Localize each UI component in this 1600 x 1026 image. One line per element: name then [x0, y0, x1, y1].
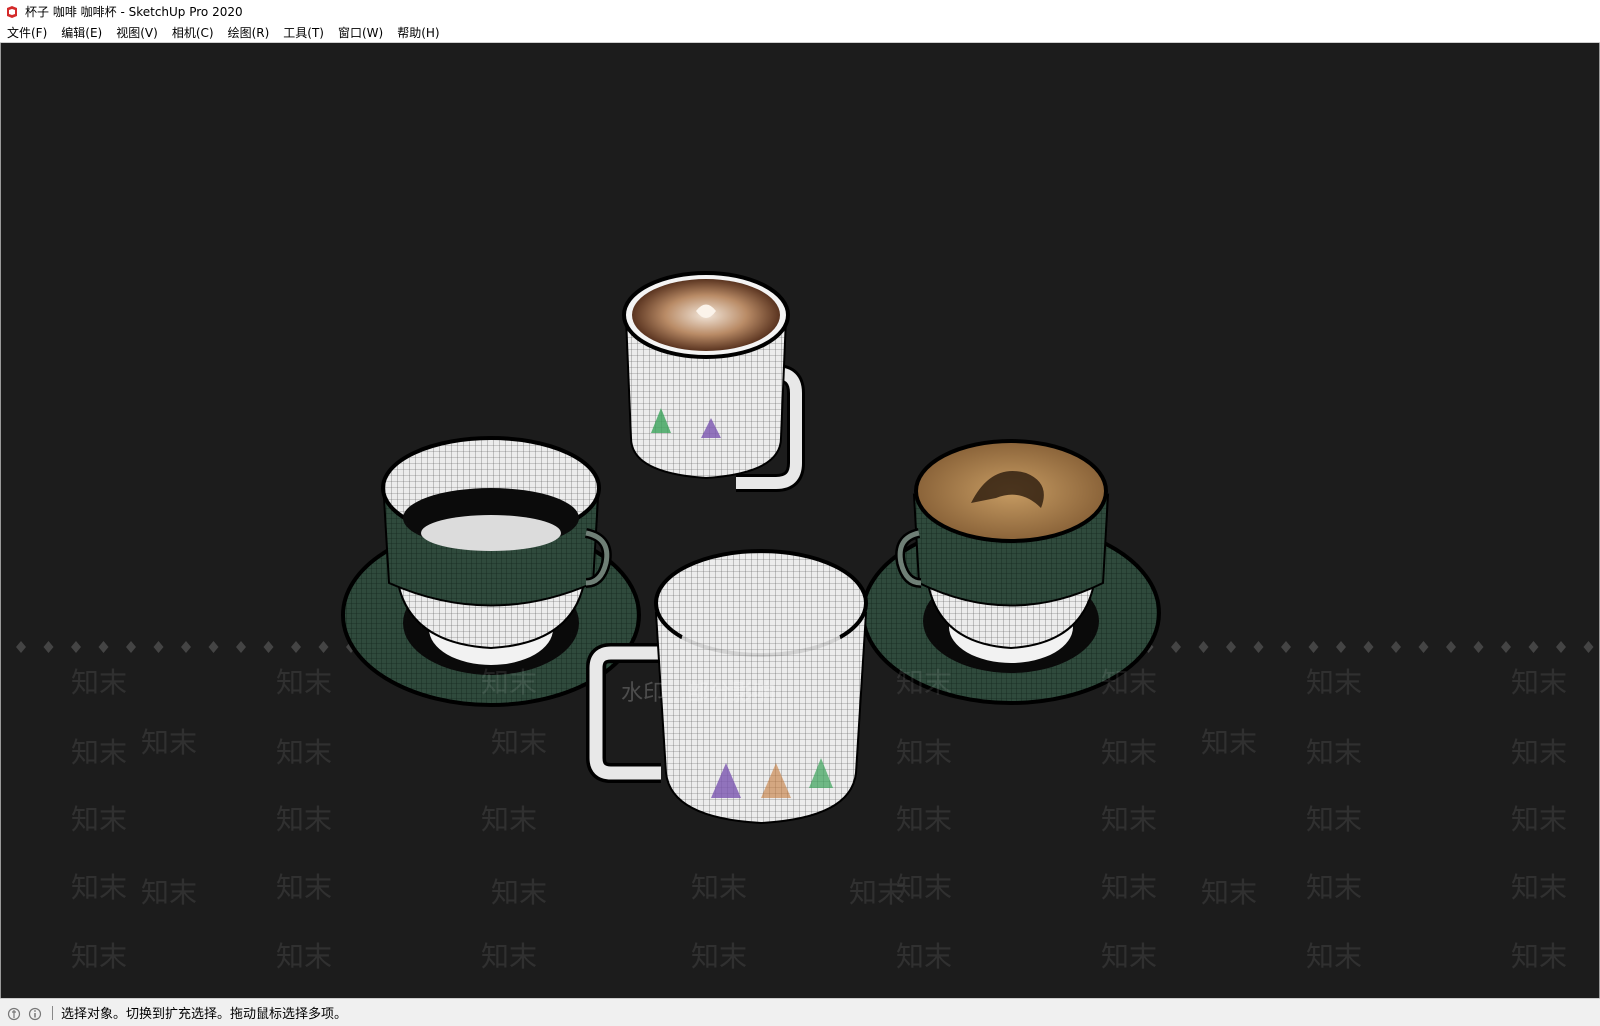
watermark-diamond	[291, 641, 301, 653]
watermark-diamond	[1391, 641, 1401, 653]
menu-window[interactable]: 窗口(W)	[331, 24, 390, 41]
watermark-diamond	[318, 641, 329, 653]
title-bar: 杯子 咖啡 咖啡杯 - SketchUp Pro 2020	[0, 0, 1600, 22]
watermark-diamond	[208, 641, 219, 653]
watermark-diamond	[1473, 641, 1484, 653]
mug-top-latte	[622, 271, 805, 492]
watermark-diamond	[1171, 641, 1181, 653]
watermark-diamond	[1281, 641, 1291, 653]
geo-location-icon[interactable]	[7, 1006, 21, 1020]
menu-help[interactable]: 帮助(H)	[390, 24, 446, 41]
model-viewport[interactable]: 水印…部分影响 知末 知末 知末 知末 知末 知末 知末 知末 知末 知末 知末…	[0, 43, 1600, 998]
watermark-diamond	[1253, 641, 1264, 653]
info-icon[interactable]	[28, 1006, 42, 1020]
menu-file[interactable]: 文件(F)	[0, 24, 54, 41]
watermark-diamond	[1308, 641, 1319, 653]
watermark-diamond	[1583, 641, 1594, 653]
menu-edit[interactable]: 编辑(E)	[54, 24, 109, 41]
menu-camera[interactable]: 相机(C)	[165, 24, 221, 41]
watermark-diamond	[71, 641, 81, 653]
menu-bar: 文件(F) 编辑(E) 视图(V) 相机(C) 绘图(R) 工具(T) 窗口(W…	[0, 22, 1600, 43]
watermark-diamond	[263, 641, 274, 653]
watermark-diamond	[1418, 641, 1429, 653]
watermark-diamond	[1556, 641, 1566, 653]
menu-tools[interactable]: 工具(T)	[276, 24, 331, 41]
watermark-diamond	[1528, 641, 1539, 653]
menu-draw[interactable]: 绘图(R)	[221, 24, 277, 41]
watermark-diamond	[1198, 641, 1209, 653]
mug-bottom-empty	[586, 549, 868, 825]
watermark-diamond	[1446, 641, 1456, 653]
watermark-diamond	[1336, 641, 1346, 653]
watermark-diamond	[153, 641, 164, 653]
watermark-diamond	[43, 641, 54, 653]
watermark-diamond	[1226, 641, 1236, 653]
watermark-diamond	[181, 641, 191, 653]
status-message: 选择对象。切换到扩充选择。拖动鼠标选择多项。	[61, 1007, 348, 1022]
watermark-diamond	[16, 641, 26, 653]
sketchup-icon	[5, 4, 19, 18]
watermark-diamond	[126, 641, 136, 653]
viewport-canvas	[16, 271, 1594, 825]
menu-view[interactable]: 视图(V)	[109, 24, 165, 41]
watermark-diamond	[1501, 641, 1511, 653]
watermark-diamond	[98, 641, 109, 653]
status-divider	[52, 1005, 53, 1020]
cup-right-green	[861, 439, 1161, 705]
window-title: 杯子 咖啡 咖啡杯 - SketchUp Pro 2020	[25, 4, 243, 19]
watermark-diamond	[236, 641, 246, 653]
watermark-diamond	[1363, 641, 1374, 653]
status-bar: 选择对象。切换到扩充选择。拖动鼠标选择多项。	[0, 998, 1600, 1026]
